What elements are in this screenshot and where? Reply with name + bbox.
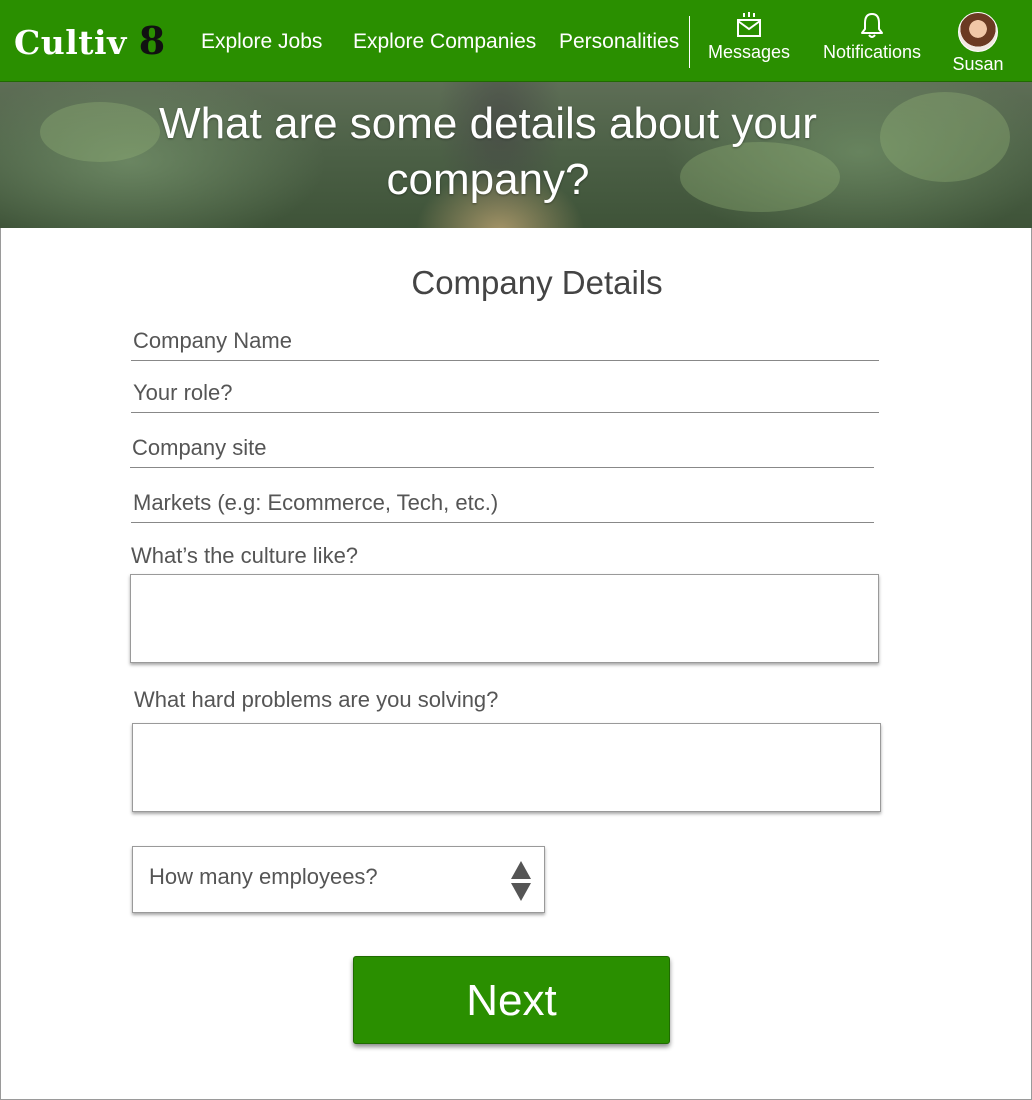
form-heading: Company Details (411, 264, 663, 301)
notifications-label: Notifications (822, 42, 922, 62)
envelope-icon (704, 10, 794, 40)
avatar (958, 12, 998, 52)
logo-text: Cultiv (14, 23, 127, 62)
hero-title: What are some details about your company… (0, 96, 976, 208)
company-name-field[interactable]: Company Name (131, 326, 879, 361)
messages-label: Messages (707, 42, 791, 62)
nav-messages[interactable]: Messages (704, 10, 794, 63)
logo-number: 8 (138, 18, 166, 63)
markets-field[interactable]: Markets (e.g: Ecommerce, Tech, etc.) (131, 488, 874, 523)
role-field[interactable]: Your role? (131, 378, 879, 413)
problems-label: What hard problems are you solving? (134, 687, 499, 712)
problems-textarea[interactable] (132, 723, 881, 812)
employees-select-value: How many employees? (149, 864, 378, 889)
nav-notifications[interactable]: Notifications (818, 10, 926, 63)
hero-title-line-1: What are some details about your (159, 99, 817, 148)
hero-banner: What are some details about your company… (0, 82, 1032, 228)
role-placeholder: Your role? (133, 380, 233, 405)
company-site-field[interactable]: Company site (130, 433, 874, 468)
user-name: Susan (952, 54, 1004, 74)
nav-link-personalities[interactable]: Personalities (559, 30, 679, 54)
top-nav: Cultiv 8 Explore Jobs Explore Companies … (0, 0, 1032, 82)
nav-link-explore-jobs[interactable]: Explore Jobs (201, 30, 322, 54)
next-button[interactable]: Next (353, 956, 670, 1044)
employees-select[interactable]: How many employees? (132, 846, 545, 913)
nav-user[interactable]: Susan (948, 12, 1008, 75)
culture-label: What’s the culture like? (131, 543, 359, 568)
bell-icon (818, 10, 926, 40)
company-name-placeholder: Company Name (133, 328, 292, 353)
logo[interactable]: Cultiv 8 (14, 18, 166, 63)
nav-divider (689, 16, 690, 68)
nav-link-explore-companies[interactable]: Explore Companies (353, 30, 536, 54)
hero-title-line-2: company? (386, 155, 590, 204)
company-site-placeholder: Company site (132, 435, 267, 460)
select-arrows-icon (510, 860, 532, 907)
markets-placeholder: Markets (e.g: Ecommerce, Tech, etc.) (133, 490, 499, 515)
culture-textarea[interactable] (130, 574, 879, 663)
